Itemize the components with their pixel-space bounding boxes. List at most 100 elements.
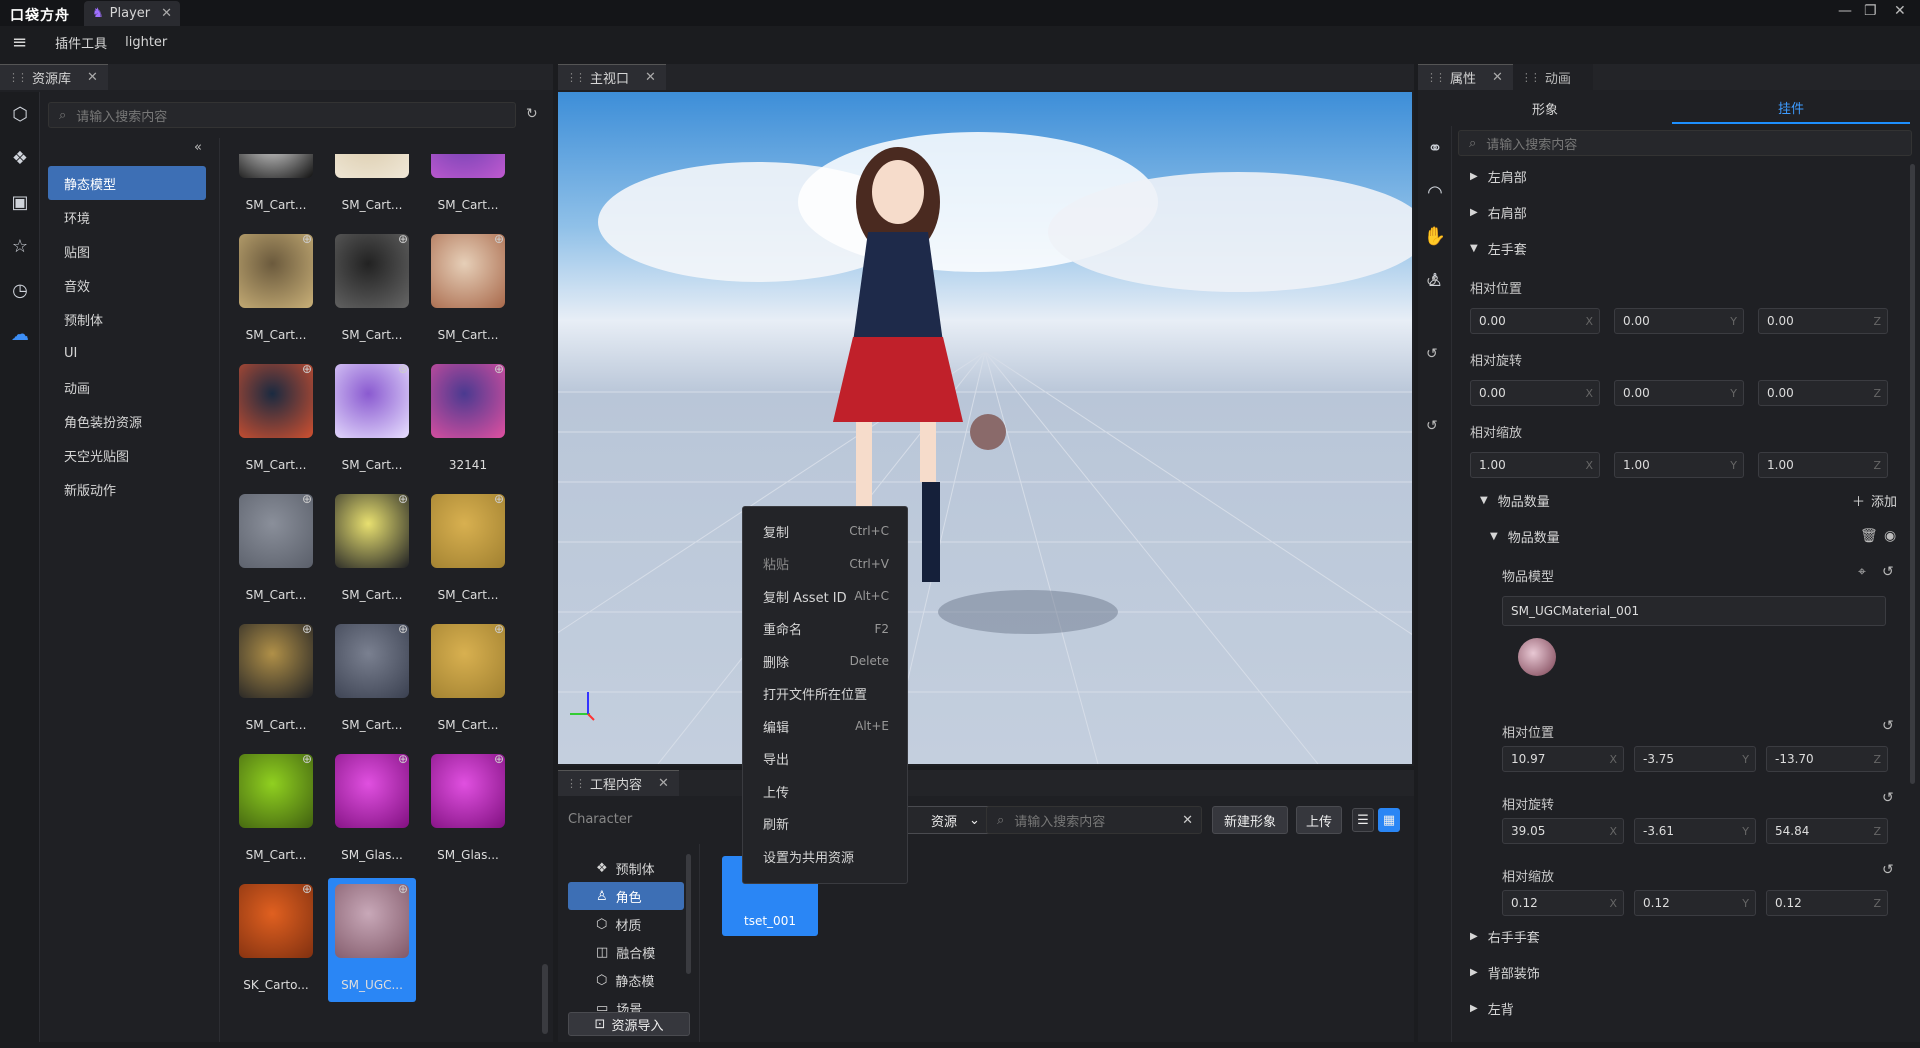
hands-icon[interactable]: ✋ <box>1418 214 1452 258</box>
property-search-input[interactable]: ⌕ 请输入搜索内容 <box>1458 130 1912 156</box>
vector-field[interactable]: 1.00 Y <box>1614 452 1744 478</box>
item-model-field[interactable]: SM_UGCMaterial_001 <box>1502 596 1886 626</box>
category-item[interactable]: 音效 <box>48 268 206 302</box>
reset-icon[interactable]: ↺ <box>1426 418 1438 434</box>
reset-icon[interactable]: ↺ <box>1426 346 1438 362</box>
shapes-icon[interactable]: ⬡ <box>0 92 40 136</box>
section-right-shoulder[interactable]: ▶ 右肩部 <box>1470 194 1527 230</box>
history-icon[interactable]: ◷ <box>0 268 40 312</box>
category-item[interactable]: 贴图 <box>48 234 206 268</box>
reset-icon[interactable]: ↺ <box>1426 274 1438 290</box>
components-icon[interactable]: ❖ <box>0 136 40 180</box>
vector-field[interactable]: -3.61 Y <box>1634 818 1756 844</box>
vector-field[interactable]: 39.05 X <box>1502 818 1624 844</box>
section-left-glove[interactable]: ▼ 左手套 <box>1470 230 1527 266</box>
context-menu-item[interactable]: 导出 <box>743 743 907 776</box>
asset-card[interactable]: ⊕SM_Cart... <box>232 228 320 352</box>
asset-card[interactable]: ⊕SM_Cart... <box>232 154 320 222</box>
zoom-icon[interactable]: ⊕ <box>302 882 312 896</box>
vector-field[interactable]: 1.00 X <box>1470 452 1600 478</box>
section-left-back[interactable]: ▶ 左背 <box>1470 990 1514 1026</box>
vector-field[interactable]: 0.00 X <box>1470 380 1600 406</box>
context-menu-item[interactable]: 打开文件所在位置 <box>743 678 907 711</box>
zoom-icon[interactable]: ⊕ <box>494 362 504 376</box>
category-item[interactable]: 天空光贴图 <box>48 438 206 472</box>
zoom-icon[interactable]: ⊕ <box>302 622 312 636</box>
scene-view[interactable] <box>558 92 1412 764</box>
clear-icon[interactable]: ✕ <box>1182 813 1193 828</box>
zoom-icon[interactable]: ⊕ <box>494 752 504 766</box>
context-menu-item[interactable]: 上传 <box>743 775 907 808</box>
asset-card[interactable]: ⊕SM_Cart... <box>424 228 512 352</box>
drag-grip-icon[interactable]: ⋮⋮ <box>566 777 586 790</box>
asset-card[interactable]: ⊕SM_Cart... <box>424 618 512 742</box>
vector-field[interactable]: 0.12 Y <box>1634 890 1756 916</box>
cloud-upload-icon[interactable]: ☁ <box>0 312 40 356</box>
scrollbar[interactable] <box>686 854 691 974</box>
asset-card[interactable]: ⊕SM_Cart... <box>328 154 416 222</box>
zoom-icon[interactable]: ⊕ <box>494 622 504 636</box>
asset-card[interactable]: ⊕SM_Cart... <box>424 154 512 222</box>
tree-item[interactable]: ⬡ 静态模 <box>568 966 684 994</box>
context-menu-item[interactable]: 重命名 F2 <box>743 613 907 646</box>
locate-icon[interactable]: ⌖ <box>1858 564 1866 580</box>
tab-properties[interactable]: ⋮⋮ 属性 ✕ <box>1418 64 1513 90</box>
vector-field[interactable]: 0.00 Y <box>1614 380 1744 406</box>
menu-item-lighter[interactable]: lighter <box>125 35 167 50</box>
context-menu-item[interactable]: 删除 Delete <box>743 645 907 678</box>
model-thumbnail[interactable] <box>1518 638 1556 676</box>
collapse-icon[interactable]: « <box>194 140 202 155</box>
category-item[interactable]: 环境 <box>48 200 206 234</box>
context-menu-item[interactable]: 复制 Ctrl+C <box>743 515 907 548</box>
trash-icon[interactable]: 🗑 <box>1860 528 1878 544</box>
reset-icon[interactable]: ↺ <box>1882 718 1894 734</box>
nodes-icon[interactable]: ⚭ <box>1418 126 1452 170</box>
vector-field[interactable]: 0.00 Z <box>1758 380 1888 406</box>
menu-item-plugin-tools[interactable]: 插件工具 <box>55 33 107 52</box>
context-menu-item[interactable]: 设置为共用资源 <box>743 840 907 873</box>
scrollbar[interactable] <box>542 964 548 1034</box>
category-item[interactable]: 动画 <box>48 370 206 404</box>
asset-card[interactable]: ⊕SM_Cart... <box>232 358 320 482</box>
zoom-icon[interactable]: ⊕ <box>302 492 312 506</box>
vector-field[interactable]: 10.97 X <box>1502 746 1624 772</box>
breadcrumb[interactable]: Character <box>568 812 632 827</box>
section-left-shoulder[interactable]: ▶ 左肩部 <box>1470 158 1527 194</box>
window-tab-player[interactable]: ♞ Player ✕ <box>84 1 180 26</box>
asset-card[interactable]: ⊕SM_Cart... <box>328 618 416 742</box>
item-entry[interactable]: ▼ 物品数量 <box>1490 518 1560 554</box>
reset-icon[interactable]: ↺ <box>1882 564 1894 580</box>
category-item[interactable]: 角色装扮资源 <box>48 404 206 438</box>
close-icon[interactable]: ✕ <box>1492 70 1503 85</box>
zoom-icon[interactable]: ⊕ <box>494 232 504 246</box>
asset-card[interactable]: ⊕SM_Cart... <box>232 748 320 872</box>
close-icon[interactable]: ✕ <box>645 70 656 85</box>
context-menu-item[interactable]: 编辑 Alt+E <box>743 710 907 743</box>
category-item[interactable]: 新版动作 <box>48 472 206 506</box>
asset-card[interactable]: ⊕SM_Cart... <box>232 488 320 612</box>
zoom-icon[interactable]: ⊕ <box>398 622 408 636</box>
list-view-icon[interactable]: ☰ <box>1352 808 1374 832</box>
reset-icon[interactable]: ↺ <box>1882 862 1894 878</box>
drag-grip-icon[interactable]: ⋮⋮ <box>566 71 586 84</box>
toolbox-icon[interactable]: ▣ <box>0 180 40 224</box>
vector-field[interactable]: 0.00 Y <box>1614 308 1744 334</box>
vector-field[interactable]: 54.84 Z <box>1766 818 1888 844</box>
zoom-icon[interactable]: ⊕ <box>398 882 408 896</box>
zoom-icon[interactable]: ⊕ <box>302 362 312 376</box>
category-item[interactable]: UI <box>48 336 206 370</box>
vector-field[interactable]: -3.75 Y <box>1634 746 1756 772</box>
star-icon[interactable]: ☆ <box>0 224 40 268</box>
vector-field[interactable]: 0.12 Z <box>1766 890 1888 916</box>
scrollbar[interactable] <box>1910 164 1915 784</box>
asset-card[interactable]: ⊕ SM_Glas... <box>424 748 512 872</box>
asset-card[interactable]: ⊕ 32141 <box>424 358 512 482</box>
zoom-icon[interactable]: ⊕ <box>494 492 504 506</box>
asset-card[interactable]: ⊕SM_Cart... <box>328 488 416 612</box>
tree-item[interactable]: ❖ 预制体 <box>568 854 684 882</box>
category-item[interactable]: 预制体 <box>48 302 206 336</box>
context-menu-item[interactable]: 粘贴 Ctrl+V <box>743 548 907 581</box>
drag-grip-icon[interactable]: ⋮⋮ <box>1521 71 1541 84</box>
grid-view-icon[interactable]: ▦ <box>1378 808 1400 832</box>
vector-field[interactable]: -13.70 Z <box>1766 746 1888 772</box>
